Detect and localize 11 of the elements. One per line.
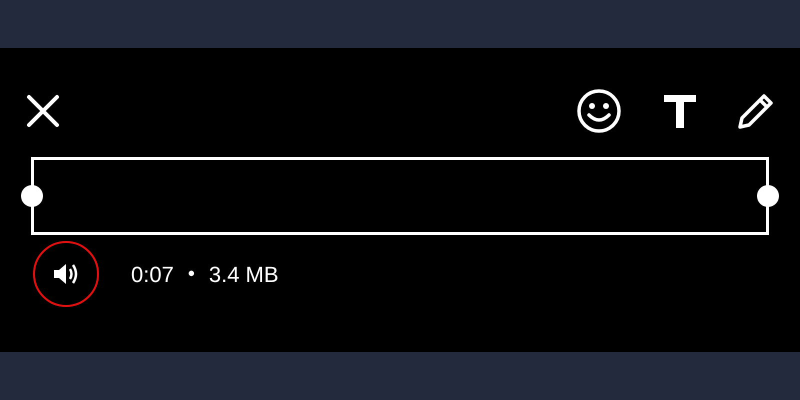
trim-handle[interactable] bbox=[757, 185, 779, 207]
trim-frame[interactable] bbox=[31, 157, 769, 235]
pencil-icon[interactable] bbox=[736, 91, 776, 131]
file-size-text: 3.4 MB bbox=[208, 260, 279, 288]
text-tool-icon[interactable] bbox=[662, 92, 698, 130]
emoji-icon[interactable] bbox=[576, 88, 622, 134]
trim-handle[interactable] bbox=[21, 185, 43, 207]
duration-text: 0:07 bbox=[131, 260, 174, 288]
separator-dot: • bbox=[188, 262, 195, 287]
close-icon[interactable] bbox=[25, 93, 61, 129]
speaker-icon[interactable] bbox=[52, 261, 80, 287]
